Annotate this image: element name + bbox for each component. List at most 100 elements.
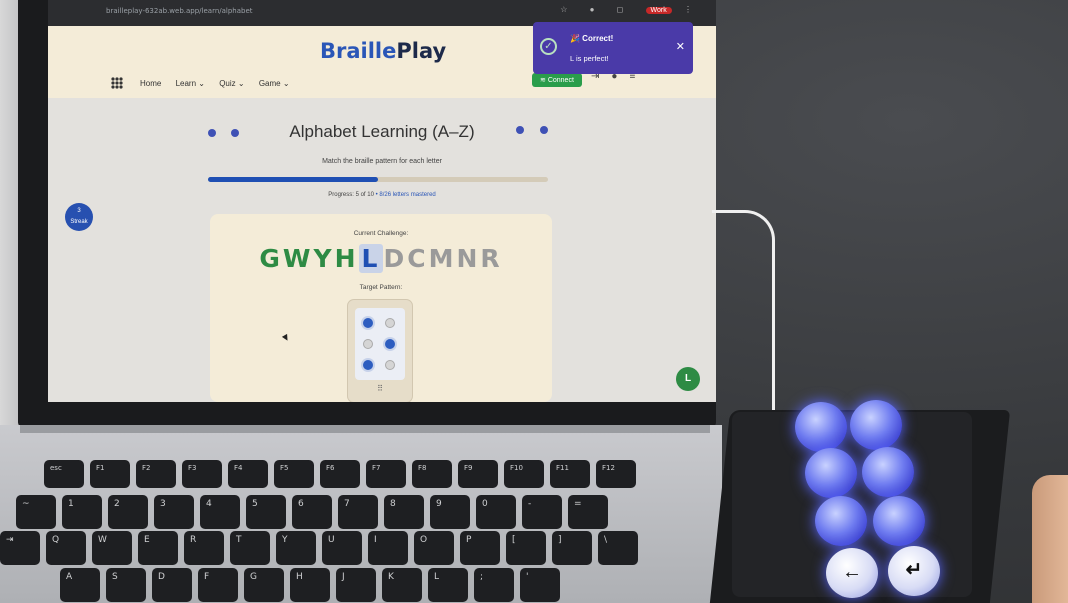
letter-done: Y [313, 244, 335, 273]
key-home-2[interactable]: D [152, 568, 192, 602]
profile-badge[interactable]: Work [645, 7, 672, 14]
device-back-button[interactable]: ← [826, 548, 878, 598]
key-num-7[interactable]: 7 [338, 495, 378, 529]
braille-dot-3 [363, 360, 373, 370]
floating-letter-button[interactable]: L [676, 367, 700, 391]
key-fn-5[interactable]: F5 [274, 460, 314, 488]
wifi-icon: ≋ [540, 77, 548, 84]
key-num-12[interactable]: = [568, 495, 608, 529]
key-top-9[interactable]: O [414, 531, 454, 565]
letter-upcoming: R [480, 244, 503, 273]
connect-label: Connect [547, 77, 574, 84]
key-num-4[interactable]: 4 [200, 495, 240, 529]
key-top-11[interactable]: [ [506, 531, 546, 565]
device-dot-button-5[interactable] [862, 447, 914, 497]
key-top-12[interactable]: ] [552, 531, 592, 565]
address-bar[interactable]: brailleplay-632ab.web.app/learn/alphabet [106, 7, 253, 15]
keyboard: esc F1 F2 F3 F4 F5 F6 F7 F8 F9 F10 F11 F12 ~1 2 3 4 5 6 7 8 9… [0, 450, 700, 603]
challenge-card: Current Challenge: GWYH L DCMNR Target Pat… [210, 214, 552, 402]
key-fn-8[interactable]: F8 [412, 460, 452, 488]
braille-cell: ⠿ [348, 300, 412, 402]
connect-button[interactable]: ≋ Connect [532, 73, 582, 87]
key-fn-10[interactable]: F10 [504, 460, 544, 488]
key-home-8[interactable]: L [428, 568, 468, 602]
progress-text: Progress: 5 of 10 • 8/26 letters mastere… [48, 192, 716, 198]
key-num-11[interactable]: - [522, 495, 562, 529]
braille-grid-icon[interactable] [110, 76, 124, 90]
braille-dot-6 [385, 360, 395, 370]
page-subtitle: Match the braille pattern for each lette… [322, 158, 442, 165]
key-top-13[interactable]: \ [598, 531, 638, 565]
main-nav: Home Learn ⌄ Quiz ⌄ Game ⌄ [140, 79, 302, 88]
mastered-label: • 8/26 letters mastered [375, 192, 436, 198]
progress-label: Progress: 5 of 10 [328, 192, 374, 198]
key-top-7[interactable]: U [322, 531, 362, 565]
key-fn-6[interactable]: F6 [320, 460, 360, 488]
logo-part1: Braille [320, 39, 397, 63]
braille-dot-1 [363, 318, 373, 328]
letter-upcoming: D [383, 244, 408, 273]
toast-message: L is perfect! [570, 54, 609, 63]
key-fn-12[interactable]: F12 [596, 460, 636, 488]
device-dot-button-1[interactable] [795, 402, 847, 452]
key-home-10[interactable]: ' [520, 568, 560, 602]
site-logo[interactable]: BraillePlay [320, 39, 446, 63]
key-fn-0[interactable]: esc [44, 460, 84, 488]
key-fn-2[interactable]: F2 [136, 460, 176, 488]
device-dot-button-6[interactable] [873, 496, 925, 546]
key-num-10[interactable]: 0 [476, 495, 516, 529]
device-enter-button[interactable]: ↵ [888, 546, 940, 596]
current-challenge-label: Current Challenge: [353, 230, 409, 237]
key-top-0[interactable]: ⇥ [0, 531, 40, 565]
key-num-1[interactable]: 1 [62, 495, 102, 529]
key-home-5[interactable]: H [290, 568, 330, 602]
laptop-hinge [20, 425, 710, 433]
nav-learn[interactable]: Learn ⌄ [176, 79, 205, 88]
key-top-6[interactable]: Y [276, 531, 316, 565]
key-top-5[interactable]: T [230, 531, 270, 565]
key-num-0[interactable]: ~ [16, 495, 56, 529]
key-num-9[interactable]: 9 [430, 495, 470, 529]
progress-bar [208, 177, 548, 182]
key-home-6[interactable]: J [336, 568, 376, 602]
key-home-9[interactable]: ; [474, 568, 514, 602]
key-fn-11[interactable]: F11 [550, 460, 590, 488]
key-top-1[interactable]: Q [46, 531, 86, 565]
key-fn-4[interactable]: F4 [228, 460, 268, 488]
letter-done: W [282, 244, 314, 273]
nav-game[interactable]: Game ⌄ [259, 79, 290, 88]
page-title: Alphabet Learning (A–Z) [289, 122, 475, 141]
key-top-2[interactable]: W [92, 531, 132, 565]
browser-toolbar-icons: ☆ ● ◻ Work ⋮ [560, 5, 702, 14]
key-home-0[interactable]: A [60, 568, 100, 602]
close-icon[interactable]: ✕ [676, 40, 685, 53]
key-fn-9[interactable]: F9 [458, 460, 498, 488]
key-top-3[interactable]: E [138, 531, 178, 565]
key-num-5[interactable]: 5 [246, 495, 286, 529]
key-num-6[interactable]: 6 [292, 495, 332, 529]
key-home-3[interactable]: F [198, 568, 238, 602]
key-num-3[interactable]: 3 [154, 495, 194, 529]
nav-home[interactable]: Home [140, 79, 161, 88]
key-top-10[interactable]: P [460, 531, 500, 565]
check-icon: ✓ [540, 38, 557, 55]
usb-cable [712, 210, 775, 423]
key-fn-7[interactable]: F7 [366, 460, 406, 488]
key-home-4[interactable]: G [244, 568, 284, 602]
streak-badge[interactable]: 3 Streak [65, 203, 93, 231]
key-top-8[interactable]: I [368, 531, 408, 565]
key-home-7[interactable]: K [382, 568, 422, 602]
key-num-2[interactable]: 2 [108, 495, 148, 529]
key-fn-1[interactable]: F1 [90, 460, 130, 488]
nav-quiz[interactable]: Quiz ⌄ [219, 79, 244, 88]
key-num-8[interactable]: 8 [384, 495, 424, 529]
letter-sequence: GWYH L DCMNR [210, 244, 552, 273]
target-pattern-label: Target Pattern: [359, 284, 403, 291]
drag-handle[interactable]: ⠿ [348, 384, 412, 393]
device-dot-button-3[interactable] [815, 496, 867, 546]
key-fn-3[interactable]: F3 [182, 460, 222, 488]
device-dot-button-4[interactable] [850, 400, 902, 450]
key-top-4[interactable]: R [184, 531, 224, 565]
key-home-1[interactable]: S [106, 568, 146, 602]
device-dot-button-2[interactable] [805, 448, 857, 498]
